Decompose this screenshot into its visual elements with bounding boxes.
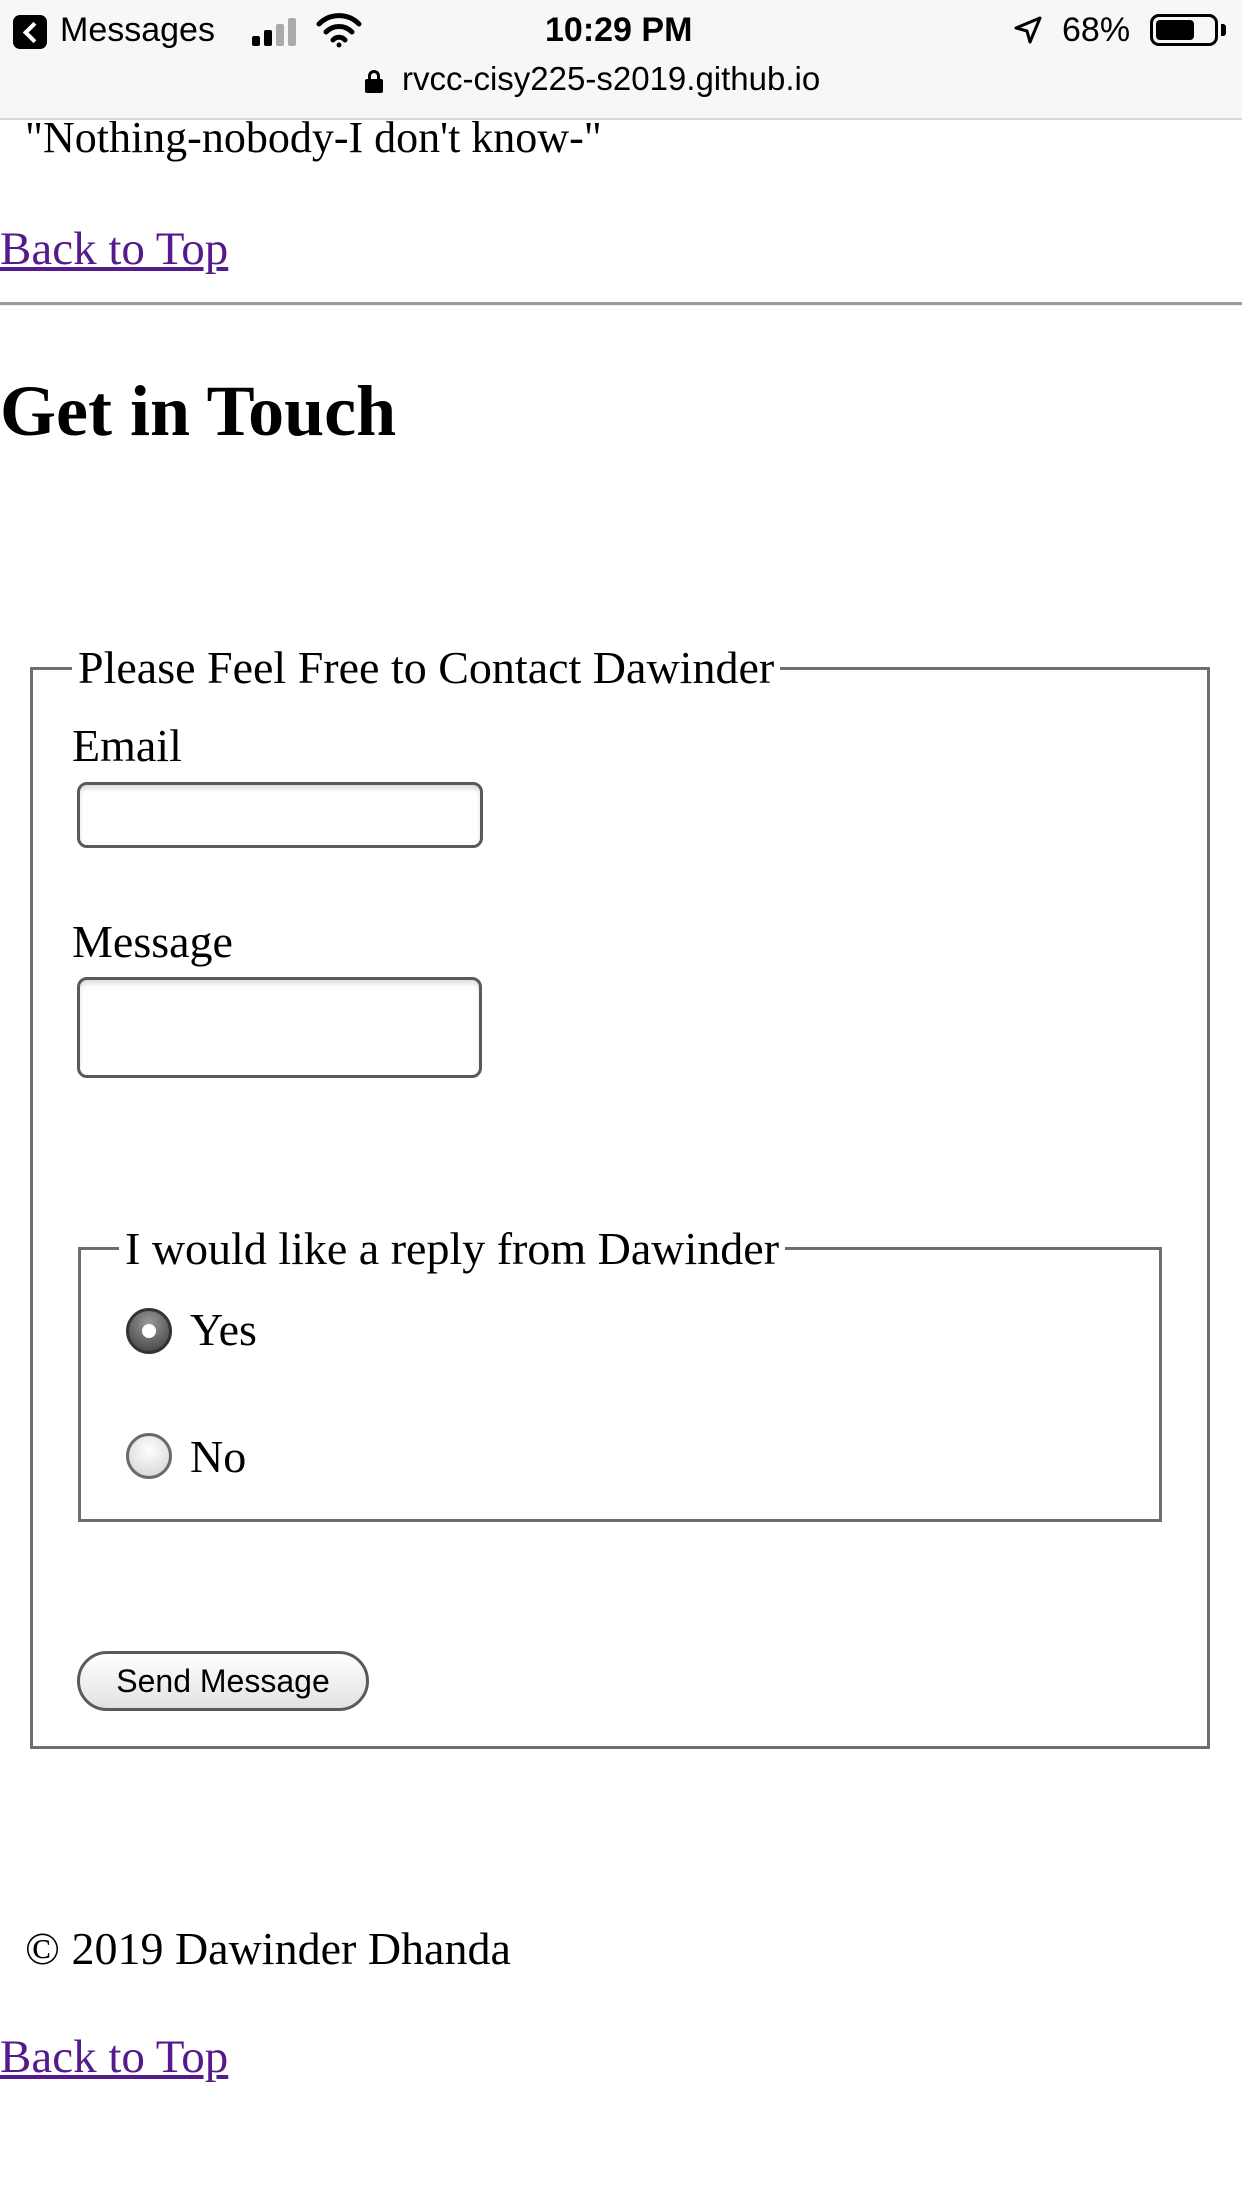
location-arrow-icon <box>1014 16 1042 44</box>
email-input[interactable] <box>77 782 483 848</box>
reply-no-radio[interactable] <box>126 1433 172 1479</box>
battery-percent: 68% <box>1062 11 1131 49</box>
footer-copyright: © 2019 Dawinder Dhanda <box>25 1923 511 1974</box>
back-to-app-label[interactable]: Messages <box>60 11 215 50</box>
reply-yes-radio[interactable] <box>126 1308 172 1354</box>
contact-heading: Get in Touch <box>0 371 397 451</box>
contact-form-legend: Please Feel Free to Contact Dawinder <box>72 641 781 694</box>
footer-back-to-top-link[interactable]: Back to Top <box>0 2030 228 2084</box>
send-message-button[interactable]: Send Message <box>77 1651 369 1711</box>
url-field[interactable]: rvcc-cisy225-s2019.github.io <box>402 60 820 98</box>
wifi-icon <box>316 13 362 48</box>
reply-yes-label[interactable]: Yes <box>190 1303 257 1356</box>
reply-legend: I would like a reply from Dawinder <box>119 1222 786 1275</box>
email-label: Email <box>72 720 182 771</box>
battery-icon <box>1150 14 1218 46</box>
signal-icon <box>252 16 302 46</box>
message-textarea[interactable] <box>77 977 482 1078</box>
back-to-top-link[interactable]: Back to Top <box>0 222 228 276</box>
browser-status-bar: Messages 10:29 PM 68% rvcc-cisy225-s2019… <box>0 0 1242 120</box>
message-label: Message <box>72 916 233 967</box>
section-divider <box>0 302 1242 306</box>
quote-text: "Nothing-nobody-I don't know-" <box>25 113 602 162</box>
clock: 10:29 PM <box>545 11 693 49</box>
reply-no-label[interactable]: No <box>190 1430 246 1483</box>
back-icon[interactable] <box>13 15 47 49</box>
lock-icon <box>365 70 383 94</box>
battery-cap <box>1221 24 1226 36</box>
